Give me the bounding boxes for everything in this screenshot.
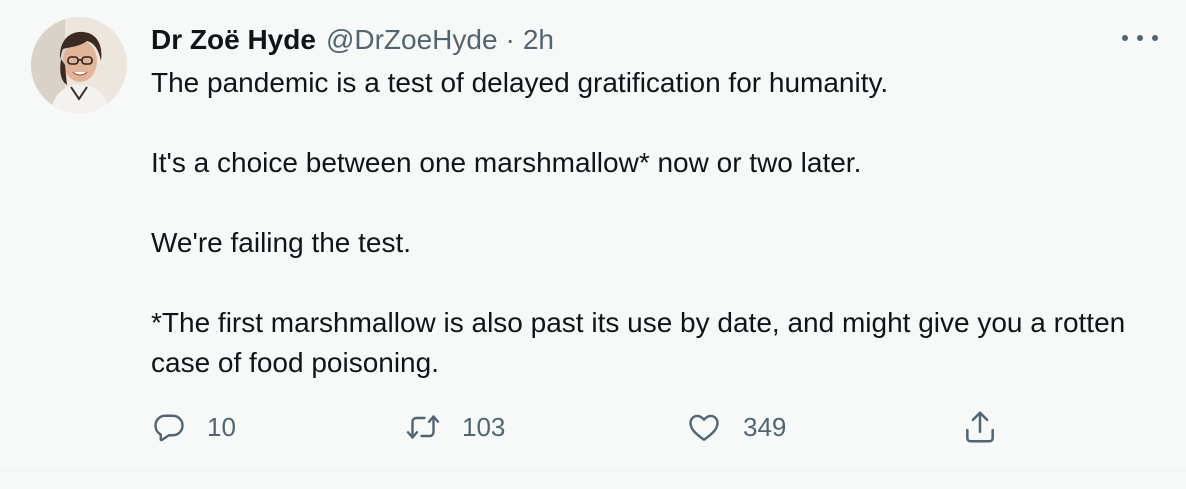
- tweet-paragraph: It's a choice between one marshmallow* n…: [151, 147, 862, 178]
- tweet-text: The pandemic is a test of delayed gratif…: [151, 63, 1151, 383]
- tweet-divider: [0, 470, 1186, 489]
- more-options-icon[interactable]: [1122, 26, 1158, 50]
- reply-button[interactable]: 10: [151, 405, 236, 449]
- more-dot: [1122, 35, 1128, 41]
- tweet-paragraph: We're failing the test.: [151, 227, 412, 258]
- tweet-header: Dr Zoë Hyde @DrZoeHyde · 2h: [151, 22, 554, 58]
- share-button[interactable]: [961, 405, 999, 449]
- avatar[interactable]: [31, 17, 127, 113]
- tweet-paragraph: *The first marshmallow is also past its …: [151, 307, 1126, 378]
- like-button[interactable]: 349: [685, 405, 786, 449]
- retweet-icon: [404, 409, 442, 445]
- retweet-button[interactable]: 103: [404, 405, 505, 449]
- more-dot: [1137, 35, 1143, 41]
- author-handle[interactable]: @DrZoeHyde: [326, 22, 498, 58]
- header-separator: ·: [505, 24, 515, 55]
- tweet-timestamp[interactable]: 2h: [523, 22, 554, 58]
- tweet-actions: 10 103 349: [0, 405, 1186, 449]
- reply-icon: [151, 409, 187, 445]
- like-count: 349: [743, 411, 787, 442]
- tweet-paragraph: The pandemic is a test of delayed gratif…: [151, 67, 889, 98]
- tweet-card[interactable]: Dr Zoë Hyde @DrZoeHyde · 2h The pandemic…: [0, 0, 1186, 470]
- more-dot: [1152, 35, 1158, 41]
- retweet-count: 103: [462, 411, 506, 442]
- share-icon: [961, 408, 999, 446]
- avatar-image: [31, 17, 127, 113]
- reply-count: 10: [207, 411, 236, 442]
- heart-icon: [685, 409, 723, 445]
- author-name[interactable]: Dr Zoë Hyde: [151, 22, 316, 58]
